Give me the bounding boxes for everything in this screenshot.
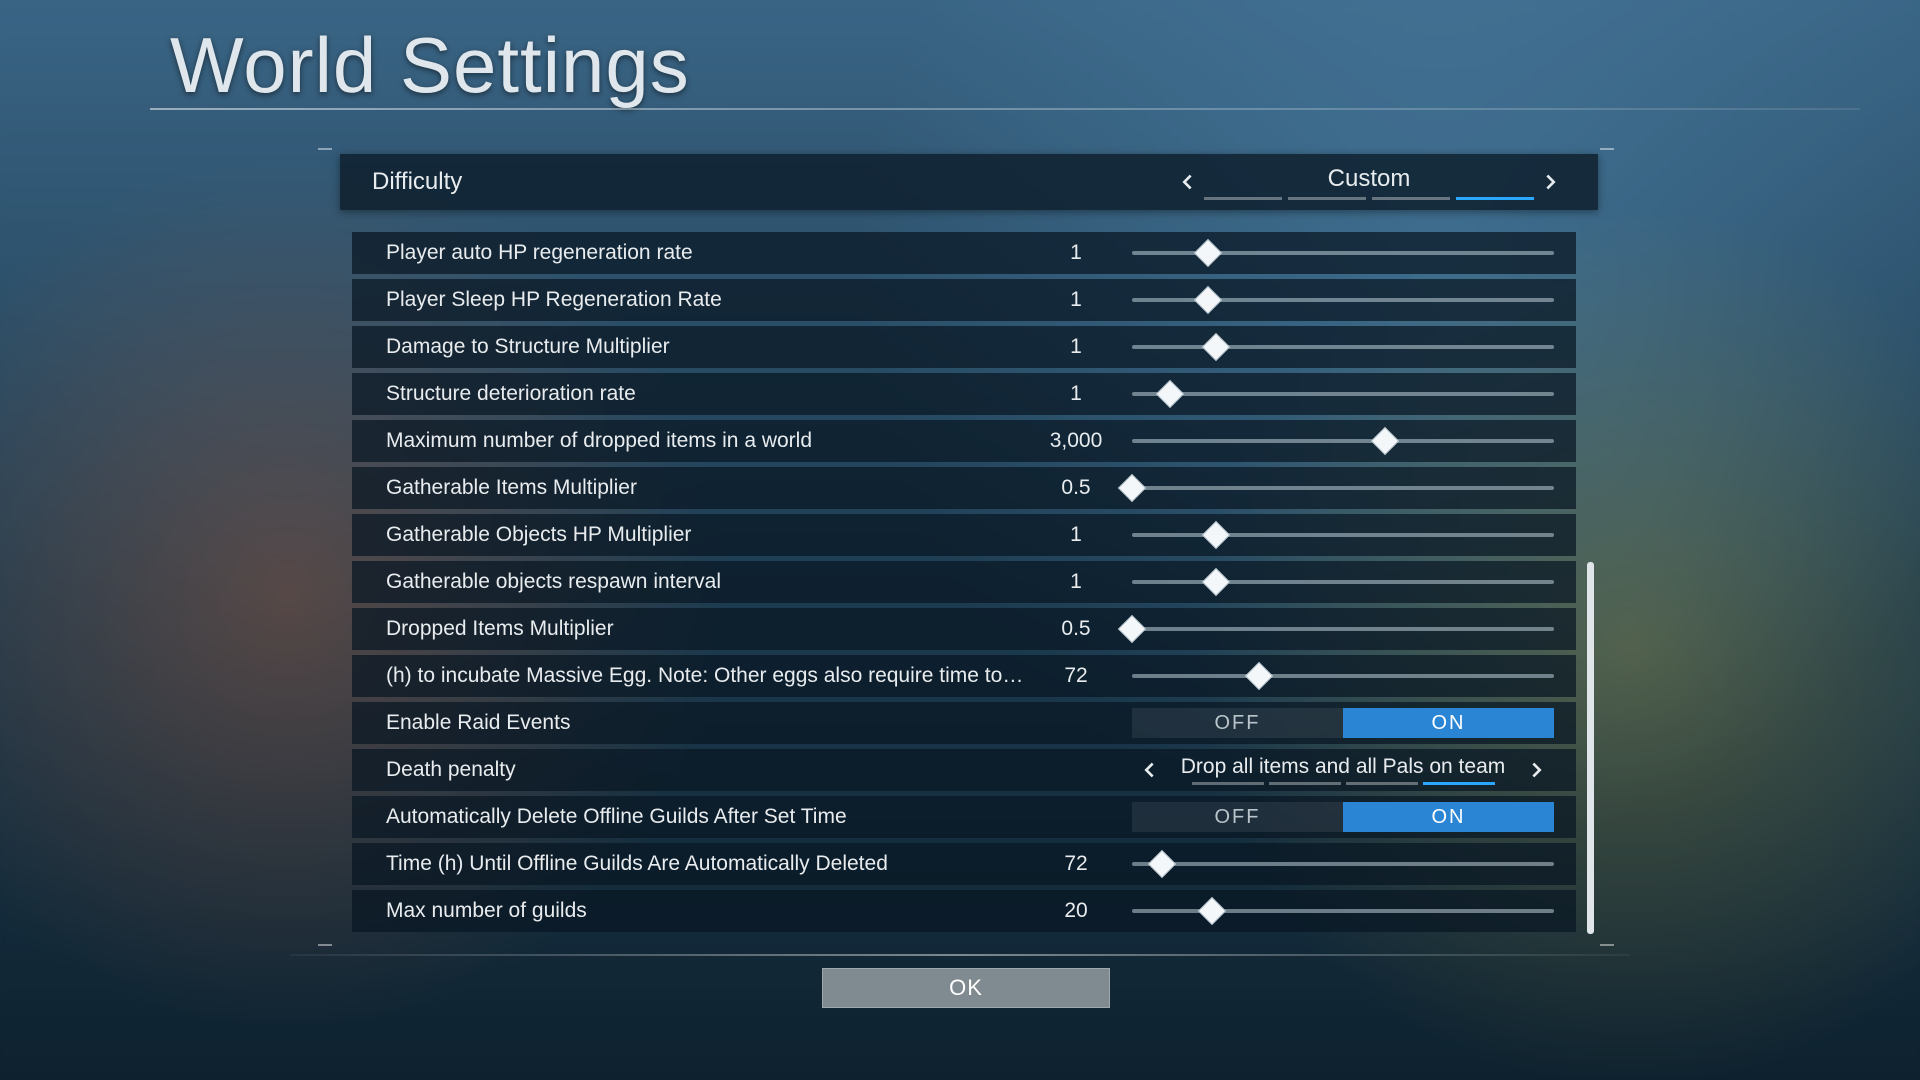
bottom-rule (290, 954, 1630, 956)
setting-label: Gatherable objects respawn interval (386, 570, 1026, 594)
slider[interactable] (1132, 890, 1554, 932)
slider[interactable] (1132, 326, 1554, 368)
setting-row-death-penalty: Death penalty Drop all items and all Pals… (352, 749, 1576, 791)
setting-label: Gatherable Objects HP Multiplier (386, 523, 1026, 547)
slider-thumb[interactable] (1194, 239, 1222, 267)
inline-selector[interactable]: Drop all items and all Pals on team (1132, 753, 1554, 787)
setting-value: 20 (1026, 899, 1126, 923)
toggle[interactable]: OFFON (1132, 708, 1554, 738)
setting-row-player-auto-hp-regen: Player auto HP regeneration rate1 (352, 232, 1576, 274)
setting-label: Structure deterioration rate (386, 382, 1026, 406)
setting-row-auto-delete-offline: Automatically Delete Offline Guilds Afte… (352, 796, 1576, 838)
difficulty-ticks (1204, 197, 1534, 200)
chevron-right-icon[interactable] (1534, 165, 1568, 199)
slider-thumb[interactable] (1202, 568, 1230, 596)
select-value: Drop all items and all Pals on team (1166, 755, 1520, 779)
toggle-on[interactable]: ON (1343, 708, 1554, 738)
setting-row-damage-to-structure: Damage to Structure Multiplier1 (352, 326, 1576, 368)
setting-row-max-dropped-items: Maximum number of dropped items in a wor… (352, 420, 1576, 462)
slider[interactable] (1132, 373, 1554, 415)
slider[interactable] (1132, 843, 1554, 885)
setting-value: 3,000 (1026, 429, 1126, 453)
setting-label: Player auto HP regeneration rate (386, 241, 1026, 265)
scrollbar-thumb[interactable] (1587, 562, 1594, 934)
setting-label: Damage to Structure Multiplier (386, 335, 1026, 359)
setting-value: 1 (1026, 335, 1126, 359)
setting-row-offline-guild-delete-h: Time (h) Until Offline Guilds Are Automa… (352, 843, 1576, 885)
toggle-off[interactable]: OFF (1132, 708, 1343, 738)
corner-notch (318, 944, 332, 946)
toggle-off[interactable]: OFF (1132, 802, 1343, 832)
setting-value: 1 (1026, 382, 1126, 406)
corner-notch (1600, 148, 1614, 150)
setting-row-enable-raid-events: Enable Raid Events OFFON (352, 702, 1576, 744)
setting-label: Gatherable Items Multiplier (386, 476, 1026, 500)
setting-row-gatherable-hp-mult: Gatherable Objects HP Multiplier1 (352, 514, 1576, 556)
setting-row-max-guilds: Max number of guilds20 (352, 890, 1576, 932)
setting-label: Time (h) Until Offline Guilds Are Automa… (386, 852, 1026, 876)
slider[interactable] (1132, 608, 1554, 650)
setting-row-incubate-massive-egg: (h) to incubate Massive Egg. Note: Other… (352, 655, 1576, 697)
chevron-left-icon[interactable] (1132, 753, 1166, 787)
slider[interactable] (1132, 232, 1554, 274)
setting-label: Automatically Delete Offline Guilds Afte… (386, 805, 1026, 829)
setting-label: Death penalty (386, 758, 1026, 782)
setting-value: 1 (1026, 241, 1126, 265)
slider[interactable] (1132, 279, 1554, 321)
setting-label: Dropped Items Multiplier (386, 617, 1026, 641)
difficulty-selector[interactable]: Custom (1170, 154, 1568, 210)
corner-notch (318, 148, 332, 150)
chevron-left-icon[interactable] (1170, 165, 1204, 199)
toggle[interactable]: OFFON (1132, 802, 1554, 832)
slider[interactable] (1132, 561, 1554, 603)
slider-thumb[interactable] (1194, 286, 1222, 314)
setting-row-structure-deterioration: Structure deterioration rate1 (352, 373, 1576, 415)
slider-thumb[interactable] (1202, 333, 1230, 361)
difficulty-label: Difficulty (372, 168, 462, 196)
setting-label: Enable Raid Events (386, 711, 1026, 735)
slider-thumb[interactable] (1198, 897, 1226, 925)
slider[interactable] (1132, 514, 1554, 556)
page-title: World Settings (170, 20, 690, 111)
difficulty-value: Custom (1204, 165, 1534, 193)
slider-thumb[interactable] (1156, 380, 1184, 408)
settings-list: Player auto HP regeneration rate1Player … (352, 232, 1576, 932)
setting-row-gatherable-items-mult: Gatherable Items Multiplier0.5 (352, 467, 1576, 509)
setting-label: Max number of guilds (386, 899, 1026, 923)
corner-notch (1600, 944, 1614, 946)
setting-label: Player Sleep HP Regeneration Rate (386, 288, 1026, 312)
setting-row-gatherable-respawn: Gatherable objects respawn interval1 (352, 561, 1576, 603)
difficulty-row: Difficulty Custom (340, 154, 1598, 210)
slider[interactable] (1132, 467, 1554, 509)
setting-value: 0.5 (1026, 617, 1126, 641)
setting-value: 72 (1026, 852, 1126, 876)
setting-label: (h) to incubate Massive Egg. Note: Other… (386, 664, 1026, 688)
setting-value: 72 (1026, 664, 1126, 688)
slider[interactable] (1132, 420, 1554, 462)
slider-thumb[interactable] (1371, 427, 1399, 455)
setting-row-dropped-items-mult: Dropped Items Multiplier0.5 (352, 608, 1576, 650)
setting-label: Maximum number of dropped items in a wor… (386, 429, 1026, 453)
setting-value: 0.5 (1026, 476, 1126, 500)
slider-thumb[interactable] (1147, 850, 1175, 878)
slider[interactable] (1132, 655, 1554, 697)
setting-value: 1 (1026, 288, 1126, 312)
toggle-on[interactable]: ON (1343, 802, 1554, 832)
ok-button[interactable]: OK (822, 968, 1110, 1008)
title-rule (150, 108, 1860, 110)
setting-value: 1 (1026, 523, 1126, 547)
slider-thumb[interactable] (1202, 521, 1230, 549)
setting-row-player-sleep-hp-regen: Player Sleep HP Regeneration Rate1 (352, 279, 1576, 321)
slider-thumb[interactable] (1244, 662, 1272, 690)
chevron-right-icon[interactable] (1520, 753, 1554, 787)
setting-value: 1 (1026, 570, 1126, 594)
